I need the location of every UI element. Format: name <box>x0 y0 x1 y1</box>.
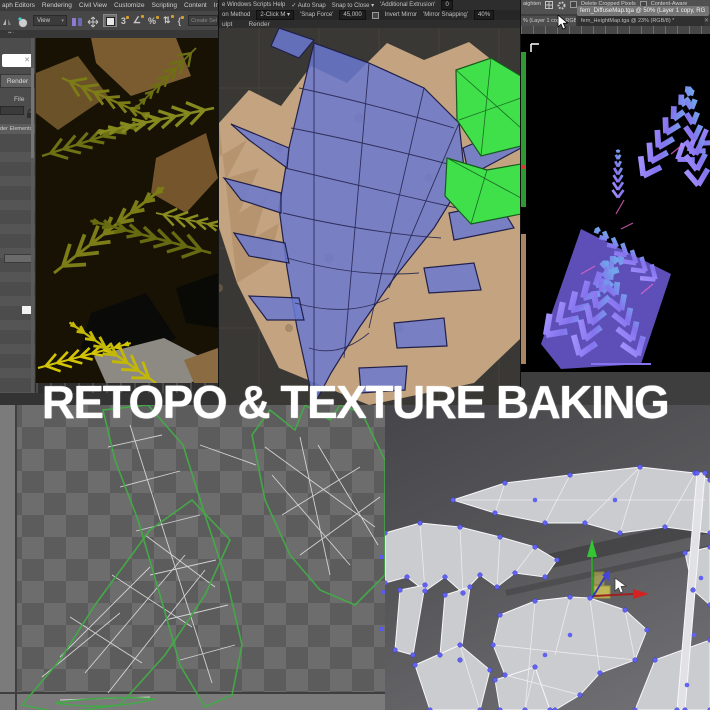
menu-customize[interactable]: Customize <box>114 2 145 9</box>
gizmo-x-arrow[interactable] <box>633 589 649 599</box>
straighten-button[interactable]: aighten <box>523 1 541 7</box>
invert-mirror-label: Invert Mirror <box>384 12 418 18</box>
max-toolbar: View 3 ∠ % ⇅ { Create Selec <box>0 11 218 30</box>
mirror-snapping-label: 'Mirror Snapping' <box>423 12 469 18</box>
snap-3d-icon[interactable]: 3 <box>121 15 129 26</box>
max-bottom-strip <box>0 393 218 405</box>
retopo-illustration <box>219 27 520 405</box>
menu-civil-view[interactable]: Civil View <box>79 2 107 9</box>
sidebar-dropdown[interactable] <box>0 106 24 115</box>
snap-toggle-button[interactable] <box>102 14 117 27</box>
sphere-tool-icon[interactable] <box>17 15 29 28</box>
lowpoly-viewport[interactable] <box>385 405 710 710</box>
angle-snap-icon[interactable]: ∠ <box>133 15 145 26</box>
rollout-button[interactable] <box>4 254 32 263</box>
render-elements-tab[interactable]: der Elements <box>0 124 35 134</box>
max-ribbon-row: ▪▪ · <box>0 30 218 38</box>
spinner-snap-icon[interactable]: ⇅ <box>163 15 174 26</box>
overlay-grid-icon[interactable] <box>545 1 554 9</box>
photoshop-window: aighten Delete Cropped Pixels Content-Aw… <box>520 0 710 405</box>
mirror-icon[interactable] <box>1 15 13 27</box>
create-selection-set-field[interactable]: Create Selec <box>188 15 218 26</box>
delete-cropped-checkbox[interactable] <box>570 1 578 8</box>
max-timeline[interactable] <box>36 383 218 393</box>
normal-map-illustration <box>521 34 710 372</box>
gear-icon[interactable] <box>557 1 566 12</box>
ps-workarea-below <box>521 372 710 405</box>
coat-window: e Windows Scripts Help ✓ Auto Snap Snap … <box>218 0 520 405</box>
rollout-rows <box>0 138 35 398</box>
snap-force-label: 'Snap Force' <box>300 12 334 18</box>
tab-sculpt[interactable]: ulpt <box>222 21 232 28</box>
fern-diffuse-illustration <box>34 38 218 393</box>
max-menubar: aph Editors Rendering Civil View Customi… <box>0 0 218 11</box>
menu-content[interactable]: Content <box>184 2 207 9</box>
ps-mouse-cursor <box>557 15 568 30</box>
snap-force-value[interactable]: 45,000 <box>339 10 366 20</box>
sidebar-scrollbar-thumb[interactable] <box>31 68 34 158</box>
max-viewport-fern-diffuse[interactable] <box>34 38 218 393</box>
select-place-icon[interactable] <box>71 15 83 27</box>
ps-ruler <box>521 26 710 34</box>
file-label: File <box>14 96 25 103</box>
doc-tab-heightmap[interactable]: fern_HeightMap.tga @ 23% (RGB/8) * <box>578 16 704 26</box>
reference-coordsys-dropdown[interactable]: View <box>33 15 67 26</box>
menu-rendering[interactable]: Rendering <box>42 2 72 9</box>
coat-options-row: on Method 2-Click M ▾ 'Snap Force' 45,00… <box>219 10 520 20</box>
uv-layout-illustration <box>0 405 385 710</box>
menu-graph-editors[interactable]: aph Editors <box>2 2 35 9</box>
uv-editor-panel[interactable] <box>0 405 385 710</box>
maxscript-icon[interactable]: { <box>178 15 185 26</box>
max-window: aph Editors Rendering Civil View Customi… <box>0 0 218 405</box>
coat-room-tabs: ulpt Render <box>219 20 520 28</box>
coat-retopo-viewport[interactable] <box>219 27 520 405</box>
tab-render[interactable]: Render <box>248 21 269 28</box>
invert-mirror-checkbox[interactable] <box>371 11 379 19</box>
mirror-snapping-value[interactable]: 40% <box>474 10 495 20</box>
render-button[interactable]: Render <box>0 74 35 88</box>
select-move-icon[interactable] <box>87 15 99 27</box>
auto-snap-toggle[interactable]: ✓ Auto Snap <box>291 2 325 9</box>
search-input[interactable]: ✕ <box>2 54 33 67</box>
coat-menubar: e Windows Scripts Help ✓ Auto Snap Snap … <box>219 0 520 10</box>
snap-to-close-dropdown[interactable]: Snap to Close ▾ <box>332 2 374 9</box>
lowpoly-mesh-illustration <box>385 464 710 710</box>
method-dropdown[interactable]: 2-Click M ▾ <box>256 10 295 20</box>
collage-root: aph Editors Rendering Civil View Customi… <box>0 0 710 710</box>
ps-document-tabs: % (Layer 1 copy, RGB/8) * fern_HeightMap… <box>521 16 710 26</box>
lowpoly-mesh <box>385 466 710 710</box>
menu-scripting[interactable]: Scripting <box>152 2 177 9</box>
render-setup-sidebar: ✕ Render File der Elements <box>0 38 36 405</box>
additional-extrusion-label: 'Additional Extrusion' <box>380 2 436 8</box>
doc-tab-diffusemap[interactable]: fern_DiffuseMap.tga @ 50% (Layer 1 copy,… <box>577 6 709 16</box>
close-tab-icon[interactable]: ✕ <box>704 17 709 24</box>
vp-mouse-cursor <box>614 577 627 594</box>
ps-canvas-normal-map[interactable] <box>521 34 710 372</box>
method-label: on Method <box>222 12 251 18</box>
additional-extrusion-value[interactable]: 0 <box>441 0 453 10</box>
percent-snap-icon[interactable]: % <box>148 15 160 26</box>
coat-menus[interactable]: e Windows Scripts Help <box>222 2 285 8</box>
